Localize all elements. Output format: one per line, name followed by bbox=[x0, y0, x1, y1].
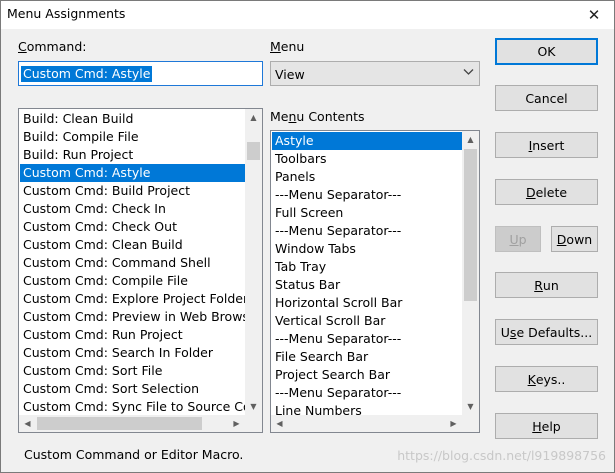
menu-contents-item[interactable]: File Search Bar bbox=[272, 348, 462, 366]
scroll-down-arrow-icon[interactable]: ▼ bbox=[462, 398, 479, 415]
command-list-item[interactable]: Custom Cmd: Sort Selection bbox=[20, 380, 245, 398]
menu-select-value: View bbox=[275, 67, 305, 82]
command-list-item[interactable]: Custom Cmd: Preview in Web Browser bbox=[20, 308, 245, 326]
title-bar: Menu Assignments ✕ bbox=[1, 1, 614, 29]
menu-select[interactable]: View bbox=[270, 61, 480, 86]
insert-button[interactable]: Insert bbox=[495, 132, 598, 158]
delete-button[interactable]: Delete bbox=[495, 179, 598, 205]
command-list-item[interactable]: Build: Clean Build bbox=[20, 110, 245, 128]
command-list-vscrollbar[interactable]: ▲ ▼ bbox=[245, 109, 262, 415]
menu-contents-item[interactable]: Tab Tray bbox=[272, 258, 462, 276]
command-list-item[interactable]: Custom Cmd: Sort File bbox=[20, 362, 245, 380]
scroll-corner bbox=[245, 415, 262, 432]
command-list-item[interactable]: Build: Compile File bbox=[20, 128, 245, 146]
up-button[interactable]: Up bbox=[495, 226, 541, 252]
menu-contents-item[interactable]: Full Screen bbox=[272, 204, 462, 222]
command-list-hscrollbar[interactable]: ◀ ▶ bbox=[19, 415, 245, 432]
scroll-corner bbox=[462, 415, 479, 432]
menu-contents-list-rows: Astyle Toolbars Panels ---Menu Separator---… bbox=[272, 132, 462, 420]
menu-contents-item[interactable]: Project Search Bar bbox=[272, 366, 462, 384]
status-text: Custom Command or Editor Macro. bbox=[24, 447, 244, 462]
window-title: Menu Assignments bbox=[7, 6, 126, 21]
command-list-vscroll-thumb[interactable] bbox=[247, 142, 260, 160]
menu-contents-item[interactable]: Horizontal Scroll Bar bbox=[272, 294, 462, 312]
menu-contents-label: Menu Contents bbox=[270, 109, 365, 124]
menu-contents-item[interactable]: Panels bbox=[272, 168, 462, 186]
menu-contents-item[interactable]: ---Menu Separator--- bbox=[272, 330, 462, 348]
command-label: Command: bbox=[18, 39, 87, 54]
menu-contents-item[interactable]: Vertical Scroll Bar bbox=[272, 312, 462, 330]
command-list-item[interactable]: Custom Cmd: Check Out bbox=[20, 218, 245, 236]
menu-contents-hscrollbar[interactable]: ◀ ▶ bbox=[271, 415, 462, 432]
command-input[interactable]: Custom Cmd: Astyle bbox=[18, 61, 263, 86]
cancel-button[interactable]: Cancel bbox=[495, 85, 598, 111]
command-list[interactable]: Build: Clean Build Build: Compile File Bui… bbox=[18, 108, 263, 433]
command-list-hscroll-thumb[interactable] bbox=[37, 417, 202, 430]
close-icon[interactable]: ✕ bbox=[574, 1, 614, 29]
menu-contents-item[interactable]: ---Menu Separator--- bbox=[272, 186, 462, 204]
ok-button[interactable]: OK bbox=[495, 38, 598, 65]
scroll-left-arrow-icon[interactable]: ◀ bbox=[271, 415, 288, 432]
command-list-item[interactable]: Custom Cmd: Astyle bbox=[20, 164, 245, 182]
use-defaults-button[interactable]: Use Defaults... bbox=[495, 319, 598, 345]
command-list-rows: Build: Clean Build Build: Compile File Bui… bbox=[20, 110, 245, 416]
scroll-up-arrow-icon[interactable]: ▲ bbox=[245, 109, 262, 126]
menu-contents-item[interactable]: Toolbars bbox=[272, 150, 462, 168]
command-list-item[interactable]: Custom Cmd: Compile File bbox=[20, 272, 245, 290]
command-list-item[interactable]: Custom Cmd: Sync File to Source Control bbox=[20, 398, 245, 416]
menu-contents-item[interactable]: ---Menu Separator--- bbox=[272, 384, 462, 402]
menu-contents-item[interactable]: Status Bar bbox=[272, 276, 462, 294]
help-button[interactable]: Help bbox=[495, 413, 598, 439]
down-button[interactable]: Down bbox=[551, 226, 598, 252]
menu-contents-vscroll-thumb[interactable] bbox=[464, 149, 477, 301]
command-list-item[interactable]: Custom Cmd: Run Project bbox=[20, 326, 245, 344]
menu-label: Menu bbox=[270, 39, 305, 54]
scroll-down-arrow-icon[interactable]: ▼ bbox=[245, 398, 262, 415]
scroll-right-arrow-icon[interactable]: ▶ bbox=[445, 415, 462, 432]
scroll-up-arrow-icon[interactable]: ▲ bbox=[462, 131, 479, 148]
menu-assignments-dialog: Menu Assignments ✕ Command: Custom Cmd: … bbox=[0, 0, 615, 473]
command-input-text: Custom Cmd: Astyle bbox=[21, 66, 153, 82]
command-list-item[interactable]: Custom Cmd: Build Project bbox=[20, 182, 245, 200]
menu-contents-vscrollbar[interactable]: ▲ ▼ bbox=[462, 131, 479, 415]
menu-contents-item[interactable]: ---Menu Separator--- bbox=[272, 222, 462, 240]
run-button[interactable]: Run bbox=[495, 272, 598, 298]
chevron-down-icon[interactable] bbox=[463, 66, 474, 80]
scroll-right-arrow-icon[interactable]: ▶ bbox=[228, 415, 245, 432]
command-list-item[interactable]: Build: Run Project bbox=[20, 146, 245, 164]
scroll-left-arrow-icon[interactable]: ◀ bbox=[19, 415, 36, 432]
command-list-item[interactable]: Custom Cmd: Explore Project Folder bbox=[20, 290, 245, 308]
command-list-item[interactable]: Custom Cmd: Clean Build bbox=[20, 236, 245, 254]
menu-contents-list[interactable]: Astyle Toolbars Panels ---Menu Separator---… bbox=[270, 130, 480, 433]
menu-contents-item[interactable]: Window Tabs bbox=[272, 240, 462, 258]
command-list-item[interactable]: Custom Cmd: Command Shell bbox=[20, 254, 245, 272]
menu-contents-item[interactable]: Astyle bbox=[272, 132, 462, 150]
command-list-item[interactable]: Custom Cmd: Check In bbox=[20, 200, 245, 218]
keys-button[interactable]: Keys.. bbox=[495, 366, 598, 392]
command-list-item[interactable]: Custom Cmd: Search In Folder bbox=[20, 344, 245, 362]
watermark-text: https://blog.csdn.net/l919898756 bbox=[397, 448, 606, 463]
